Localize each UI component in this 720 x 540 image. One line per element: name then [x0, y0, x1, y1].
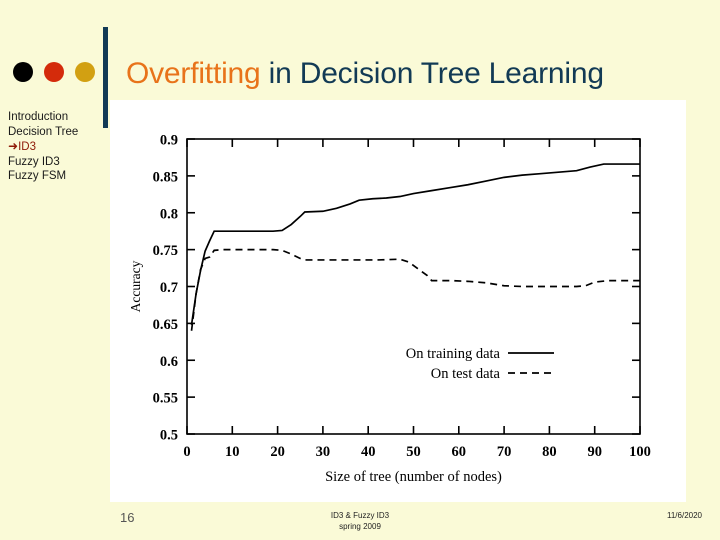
y-axis-label: Accuracy: [128, 260, 143, 312]
y-tick-label: 0.85: [153, 169, 178, 185]
x-tick-label: 0: [183, 444, 190, 460]
bullet-dot-red-icon: [44, 62, 64, 82]
legend-label-1: On training data: [406, 346, 501, 362]
overfitting-chart: 0.5 0.55 0.6 0.65 0.7 0.75 0.8 0.85 0.9 0 10 20 30 40…: [110, 100, 686, 502]
y-tick-label: 0.5: [160, 428, 178, 444]
y-tick-label: 0.9: [160, 133, 178, 149]
slide-number: 16: [120, 510, 135, 525]
sidebar-item-label: Fuzzy FSM: [8, 170, 67, 183]
x-axis-label: Size of tree (number of nodes): [325, 469, 502, 485]
x-tick-label: 10: [225, 444, 240, 460]
y-tick-label: 0.55: [153, 391, 178, 407]
sidebar-item-decision-tree[interactable]: Decision Tree: [8, 125, 102, 140]
sidebar-item-label: Decision Tree: [8, 125, 79, 138]
footer-term: spring 2009: [339, 522, 381, 531]
x-tick-label: 40: [361, 444, 376, 460]
y-tick-label: 0.8: [160, 206, 178, 222]
y-tick-label: 0.6: [160, 354, 178, 370]
content-panel: 0.5 0.55 0.6 0.65 0.7 0.75 0.8 0.85 0.9 0 10 20 30 40…: [110, 100, 686, 502]
x-tick-label: 20: [270, 444, 285, 460]
sidebar-item-fuzzy-id3[interactable]: Fuzzy ID3: [8, 155, 102, 170]
sidebar-item-label: Fuzzy ID3: [8, 155, 60, 168]
sidebar-item-introduction[interactable]: Introduction: [8, 110, 102, 125]
title-accent-rule: [103, 27, 108, 128]
plot-frame: [186, 138, 641, 435]
arrow-right-icon: ➜: [8, 139, 19, 154]
series-line-2: [190, 248, 640, 331]
x-tick-label: 70: [497, 444, 512, 460]
decorative-bullets: [13, 59, 101, 85]
slide-footer: 16 ID3 & Fuzzy ID3 spring 2009 11/6/2020: [0, 505, 720, 540]
y-tick-label: 0.65: [153, 317, 178, 333]
y-tick-label: 0.7: [160, 280, 178, 296]
sidebar-item-fuzzy-fsm[interactable]: Fuzzy FSM: [8, 169, 102, 184]
page-title-accent: Overfitting: [126, 57, 261, 90]
chart-svg: 0.5 0.55 0.6 0.65 0.7 0.75 0.8 0.85 0.9 0 10 20 30 40…: [128, 133, 651, 486]
sidebar-item-label: Introduction: [8, 111, 69, 123]
footer-center-text: ID3 & Fuzzy ID3 spring 2009: [240, 510, 480, 532]
sidebar-item-id3[interactable]: ➜ID3: [8, 139, 102, 155]
page-title-rest: in Decision Tree Learning: [260, 57, 604, 90]
x-tick-label: 100: [629, 444, 651, 460]
legend-label-2: On test data: [431, 366, 501, 382]
x-tick-label: 80: [542, 444, 557, 460]
bullet-dot-gold-icon: [75, 62, 95, 82]
x-tick-label: 60: [452, 444, 467, 460]
footer-date: 11/6/2020: [667, 511, 702, 520]
slide-canvas: Overfitting in Decision Tree Learning In…: [0, 0, 720, 540]
x-tick-label: 30: [316, 444, 331, 460]
series-line-1: [190, 163, 640, 325]
sidebar-item-label: ID3: [18, 141, 36, 154]
page-title: Overfitting in Decision Tree Learning: [126, 53, 604, 95]
x-tick-label: 50: [406, 444, 421, 460]
y-tick-label: 0.75: [153, 243, 178, 259]
sidebar-nav: Introduction Decision Tree ➜ID3 Fuzzy ID…: [8, 110, 102, 184]
footer-course: ID3 & Fuzzy ID3: [330, 511, 390, 520]
x-tick-label: 90: [587, 444, 602, 460]
bullet-dot-black-icon: [13, 62, 33, 82]
